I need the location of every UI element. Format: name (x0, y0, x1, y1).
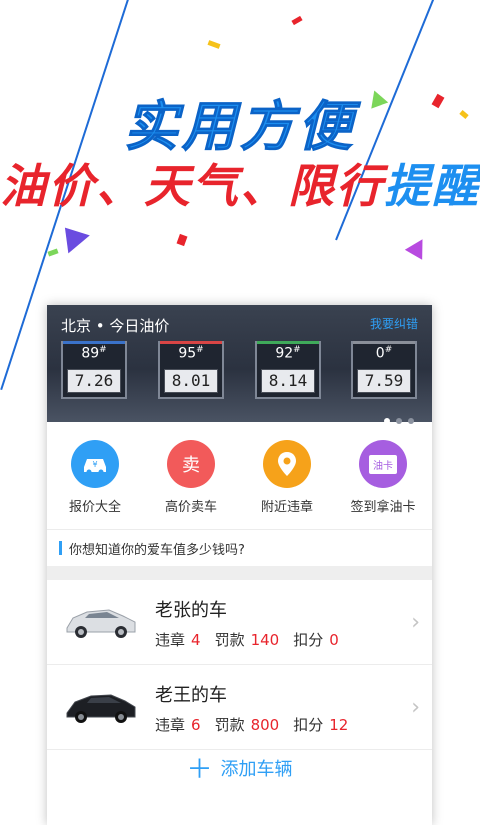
grade-stripe (160, 341, 222, 344)
fine-amount: 800 (250, 716, 280, 734)
points-label: 扣分 (293, 716, 324, 734)
oil-price-89: 89# 7.26 (61, 341, 127, 399)
hero-subtitle-main: 油价、天气、限行 (0, 159, 384, 213)
correction-link[interactable]: 我要纠错 (370, 315, 418, 332)
violations-count: 6 (191, 716, 201, 734)
violations-label: 违章 (155, 716, 186, 734)
hint-marker-icon (59, 541, 62, 555)
feature-label: 报价大全 (68, 500, 121, 515)
sell-icon: 卖 (167, 440, 215, 488)
fuel-card-icon: 油卡 (359, 440, 407, 488)
fine-label: 罚款 (214, 631, 245, 649)
feature-shortcuts: ¥ 报价大全 卖 高价卖车 附近违章 油卡 签到拿油卡 (47, 422, 432, 527)
svg-text:¥: ¥ (92, 460, 97, 469)
section-divider (47, 566, 432, 580)
car-stats: 违章 4 罚款 140 扣分 0 (155, 629, 353, 650)
confetti (207, 40, 221, 49)
car-image (63, 598, 139, 644)
feature-nearby-violations[interactable]: 附近违章 (239, 440, 335, 515)
oil-price-95: 95# 8.01 (158, 341, 224, 399)
grade-label: 95# (178, 345, 204, 362)
chevron-right-icon: › (411, 695, 420, 720)
confetti (54, 218, 90, 254)
oil-city-title: 北京 • 今日油价 (61, 317, 170, 335)
add-vehicle-label: 添加车辆 (220, 758, 293, 780)
car-value-hint[interactable]: 你想知道你的爱车值多少钱吗? (47, 529, 432, 567)
car-item[interactable]: 老王的车 违章 6 罚款 800 扣分 12 › (47, 665, 432, 750)
car-price-icon: ¥ (71, 440, 119, 488)
feature-label: 签到拿油卡 (350, 500, 416, 515)
points-label: 扣分 (293, 631, 324, 649)
feature-label: 附近违章 (260, 500, 313, 515)
add-vehicle-button[interactable]: ＋ 添加车辆 (47, 749, 432, 805)
fine-label: 罚款 (214, 716, 245, 734)
car-name: 老张的车 (155, 600, 227, 621)
grade-stripe (257, 341, 319, 344)
feature-sell-car[interactable]: 卖 高价卖车 (143, 440, 239, 515)
plus-icon: ＋ (186, 755, 213, 785)
confetti (176, 233, 188, 247)
violations-label: 违章 (155, 631, 186, 649)
chevron-right-icon: › (411, 610, 420, 635)
hero-subtitle-accent: 提醒 (384, 159, 480, 213)
location-pin-icon (263, 440, 311, 488)
oil-price-0: 0# 7.59 (351, 341, 417, 399)
car-image (63, 683, 139, 729)
grade-label: 0# (375, 345, 393, 362)
car-item[interactable]: 老张的车 违章 4 罚款 140 扣分 0 › (47, 580, 432, 665)
confetti (47, 248, 59, 257)
hero-subtitle: 油价、天气、限行提醒 (0, 150, 480, 216)
points-count: 0 (329, 631, 339, 649)
oil-price-92: 92# 8.14 (255, 341, 321, 399)
feature-fuel-card[interactable]: 油卡 签到拿油卡 (335, 440, 431, 515)
car-stats: 违章 6 罚款 800 扣分 12 (155, 714, 362, 735)
hint-text: 你想知道你的爱车值多少钱吗? (69, 543, 245, 558)
price-value: 8.14 (261, 369, 315, 393)
price-value: 7.59 (357, 369, 411, 393)
app-screen-card: 北京 • 今日油价 我要纠错 89# 7.26 95# 8.01 92# 8.1… (47, 305, 432, 825)
price-value: 8.01 (164, 369, 218, 393)
grade-value: 89 (81, 345, 100, 362)
points-count: 12 (329, 716, 349, 734)
car-name: 老王的车 (155, 685, 227, 706)
feature-price-list[interactable]: ¥ 报价大全 (47, 440, 143, 515)
confetti (291, 15, 303, 26)
violations-count: 4 (191, 631, 201, 649)
price-value: 7.26 (67, 369, 121, 393)
fine-amount: 140 (250, 631, 280, 649)
oil-price-panel[interactable]: 北京 • 今日油价 我要纠错 89# 7.26 95# 8.01 92# 8.1… (47, 305, 432, 424)
grade-value: 95 (178, 345, 197, 362)
grade-value: 92 (275, 345, 294, 362)
confetti (404, 234, 432, 260)
grade-stripe (63, 341, 125, 344)
grade-label: 89# (81, 345, 107, 362)
grade-value: 0 (375, 345, 385, 362)
fuel-card-glyph: 油卡 (369, 454, 397, 474)
feature-label: 高价卖车 (164, 500, 217, 515)
grade-label: 92# (275, 345, 301, 362)
grade-stripe (353, 341, 415, 344)
sell-icon-glyph: 卖 (182, 455, 200, 476)
